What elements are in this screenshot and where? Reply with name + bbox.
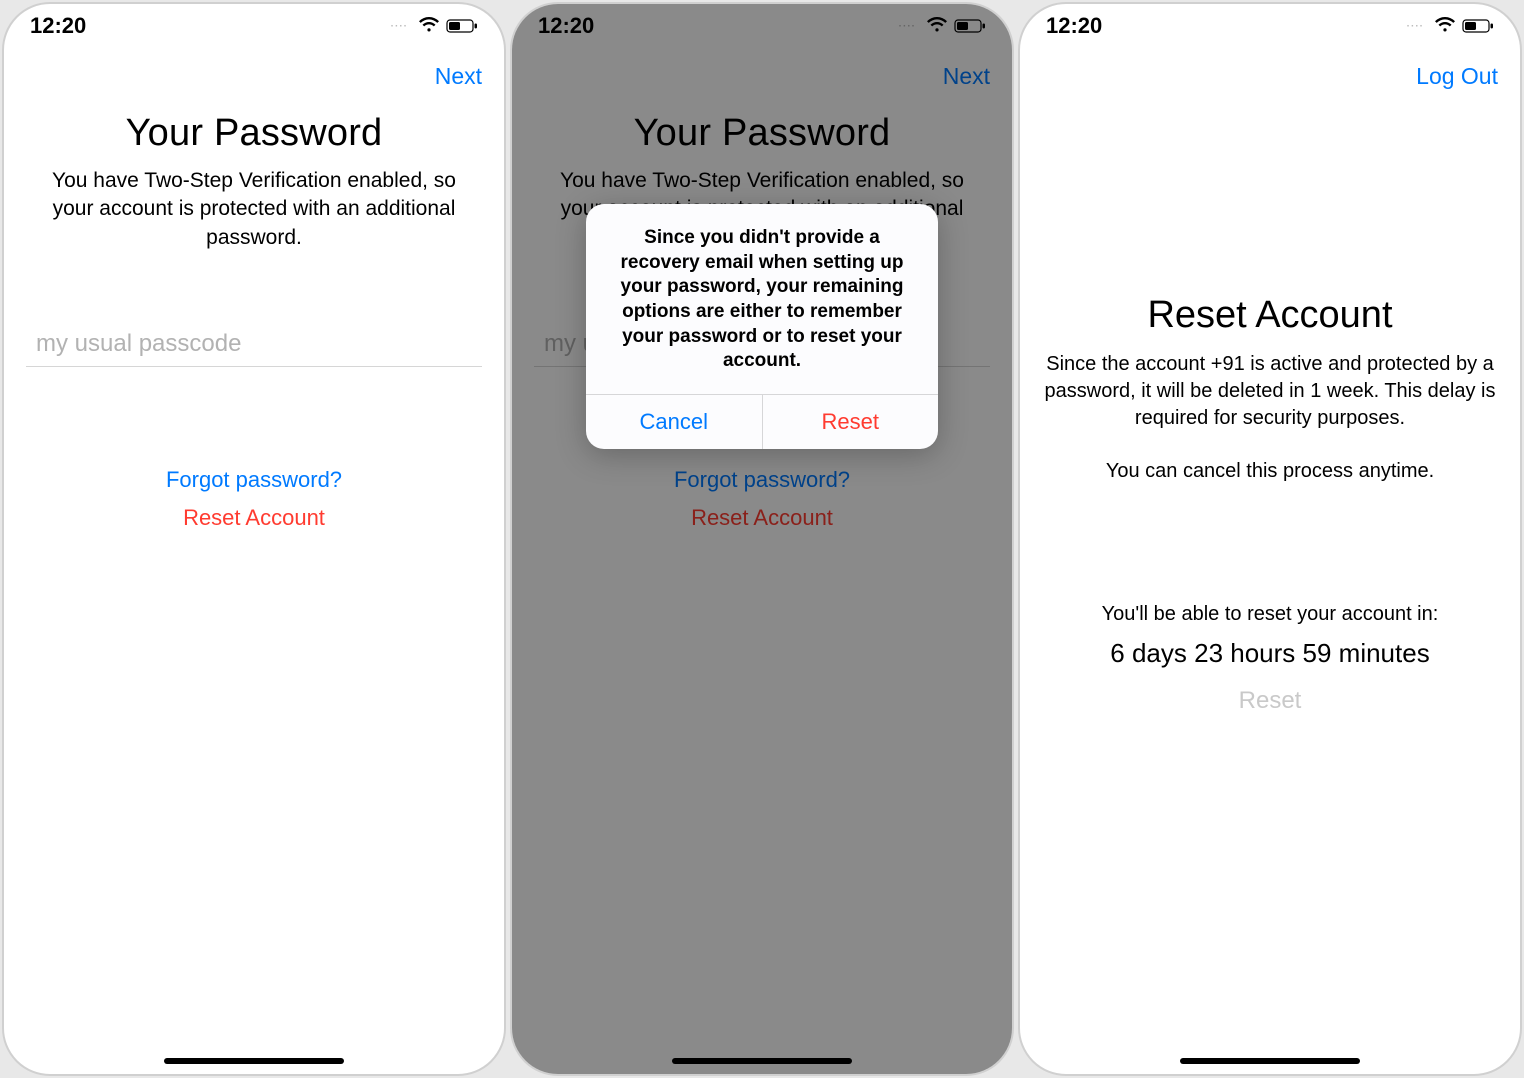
alert-cancel-button[interactable]: Cancel bbox=[586, 395, 762, 449]
log-out-button[interactable]: Log Out bbox=[1416, 63, 1498, 90]
cell-dots-icon: ···· bbox=[1407, 21, 1424, 32]
status-right: ···· bbox=[391, 13, 478, 39]
status-bar: 12:20 ···· bbox=[4, 4, 504, 48]
alert-dialog: Since you didn't provide a recovery emai… bbox=[586, 204, 938, 449]
page-description: Since the account +91 is active and prot… bbox=[1040, 351, 1500, 432]
page-description: You have Two-Step Verification enabled, … bbox=[26, 167, 482, 252]
alert-reset-button[interactable]: Reset bbox=[762, 395, 939, 449]
home-indicator[interactable] bbox=[164, 1058, 344, 1064]
content-area: Reset Account Since the account +91 is a… bbox=[1020, 104, 1520, 715]
countdown-label: You'll be able to reset your account in: bbox=[1040, 603, 1500, 626]
nav-bar: Log Out bbox=[1020, 48, 1520, 104]
wifi-icon bbox=[1434, 13, 1456, 39]
wifi-icon bbox=[418, 13, 440, 39]
password-input[interactable] bbox=[36, 330, 472, 358]
phone-screen-3: 12:20 ···· Log Out Reset Account Since t… bbox=[1018, 2, 1522, 1076]
forgot-password-link[interactable]: Forgot password? bbox=[166, 467, 342, 493]
cancel-info-text: You can cancel this process anytime. bbox=[1040, 460, 1500, 483]
modal-backdrop[interactable] bbox=[512, 4, 1012, 1074]
next-button[interactable]: Next bbox=[435, 63, 482, 90]
status-bar: 12:20 ···· bbox=[1020, 4, 1520, 48]
phone-screen-1: 12:20 ···· Next Your Password You have T… bbox=[2, 2, 506, 1076]
status-right: ···· bbox=[1407, 13, 1494, 39]
alert-message: Since you didn't provide a recovery emai… bbox=[586, 204, 938, 394]
countdown-value: 6 days 23 hours 59 minutes bbox=[1040, 638, 1500, 669]
reset-account-link[interactable]: Reset Account bbox=[183, 505, 325, 531]
battery-icon bbox=[446, 13, 478, 39]
status-time: 12:20 bbox=[30, 13, 86, 39]
links-column: Forgot password? Reset Account bbox=[26, 467, 482, 531]
reset-button-disabled: Reset bbox=[1040, 687, 1500, 715]
page-title: Reset Account bbox=[1040, 294, 1500, 337]
home-indicator[interactable] bbox=[1180, 1058, 1360, 1064]
countdown-block: You'll be able to reset your account in:… bbox=[1040, 603, 1500, 715]
alert-buttons: Cancel Reset bbox=[586, 394, 938, 449]
battery-icon bbox=[1462, 13, 1494, 39]
password-input-row bbox=[26, 330, 482, 367]
status-time: 12:20 bbox=[1046, 13, 1102, 39]
cell-dots-icon: ···· bbox=[391, 21, 408, 32]
nav-bar: Next bbox=[4, 48, 504, 104]
content-area: Your Password You have Two-Step Verifica… bbox=[4, 104, 504, 1074]
phone-screen-2: 12:20 ···· Next Your Password You have T… bbox=[510, 2, 1014, 1076]
page-title: Your Password bbox=[26, 112, 482, 155]
